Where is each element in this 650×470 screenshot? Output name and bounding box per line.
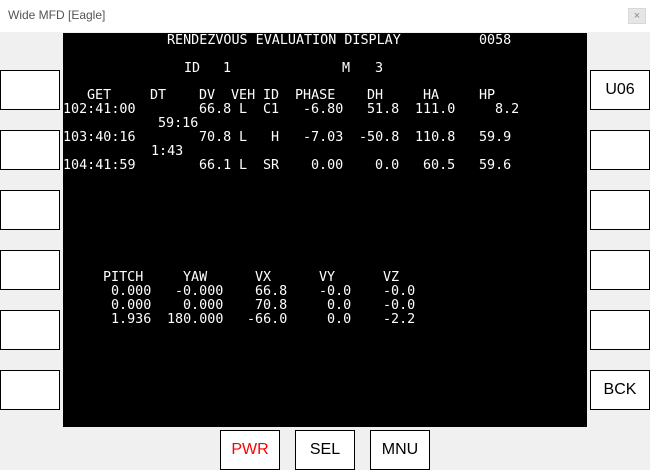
att3-vy: 0.0 (327, 312, 352, 327)
row1-dv: 66.8 (199, 102, 232, 117)
att3-vx: -66.0 (247, 312, 288, 327)
att-header-vz: VZ (383, 270, 400, 285)
row3-get: 104:41:59 (63, 158, 136, 173)
row3-veh: L (239, 158, 248, 173)
col-header-phase: PHASE (295, 88, 336, 103)
page-number: 0058 (479, 33, 512, 48)
col-header-dh: DH (367, 88, 384, 103)
sel-button[interactable]: SEL (295, 430, 355, 470)
left-softkey-4[interactable] (0, 250, 60, 290)
row1-dh: 51.8 (367, 102, 400, 117)
right-softkey-4[interactable] (590, 250, 650, 290)
row2-get: 103:40:16 (63, 130, 136, 145)
row3-dh: 0.0 (375, 158, 400, 173)
window-title: Wide MFD [Eagle] (8, 8, 106, 22)
right-softkey-3[interactable] (590, 190, 650, 230)
right-softkey-u06[interactable]: U06 (590, 70, 650, 110)
row1-phase: -6.80 (303, 102, 344, 117)
col-header-hp: HP (479, 88, 496, 103)
mfd-screen: RENDEZVOUS EVALUATION DISPLAY 0058 ID 1 … (63, 33, 587, 427)
row3-id: SR (263, 158, 280, 173)
att-header-vx: VX (255, 270, 272, 285)
att1-vz: -0.0 (383, 284, 416, 299)
row2-phase: -7.03 (303, 130, 344, 145)
row3-phase: 0.00 (311, 158, 344, 173)
left-softkey-3[interactable] (0, 190, 60, 230)
window-titlebar: Wide MFD [Eagle] × (0, 0, 650, 32)
att2-vy: 0.0 (327, 298, 352, 313)
att-header-yaw: YAW (183, 270, 208, 285)
row1-id: C1 (263, 102, 280, 117)
att1-vx: 66.8 (255, 284, 288, 299)
row1-hp: 8.2 (495, 102, 520, 117)
col-header-veh: VEH (231, 88, 256, 103)
att3-pitch: 1.936 (111, 312, 152, 327)
left-softkey-5[interactable] (0, 310, 60, 350)
row3-dv: 66.1 (199, 158, 232, 173)
att3-vz: -2.2 (383, 312, 416, 327)
att-header-vy: VY (319, 270, 336, 285)
row1-veh: L (239, 102, 248, 117)
att3-yaw: 180.000 (167, 312, 224, 327)
left-softkey-2[interactable] (0, 130, 60, 170)
dt-2: 1:43 (151, 144, 184, 159)
left-softkey-6[interactable] (0, 370, 60, 410)
row1-get: 102:41:00 (63, 102, 136, 117)
right-softkey-bck[interactable]: BCK (590, 370, 650, 410)
att1-vy: -0.0 (319, 284, 352, 299)
att1-yaw: -0.000 (175, 284, 224, 299)
col-header-ha: HA (423, 88, 440, 103)
display-title: RENDEZVOUS EVALUATION DISPLAY (167, 33, 401, 48)
dt-1: 59:16 (158, 116, 199, 131)
col-header-get: GET (87, 88, 112, 103)
id-label: ID (184, 61, 201, 76)
pwr-button[interactable]: PWR (220, 430, 280, 470)
att-header-pitch: PITCH (103, 270, 144, 285)
close-icon: × (633, 10, 641, 22)
row3-hp: 59.6 (479, 158, 512, 173)
m-label: M (342, 61, 351, 76)
att2-yaw: 0.000 (183, 298, 224, 313)
row1-ha: 111.0 (415, 102, 456, 117)
row2-hp: 59.9 (479, 130, 512, 145)
row2-id: H (271, 130, 280, 145)
att2-vx: 70.8 (255, 298, 288, 313)
att2-vz: -0.0 (383, 298, 416, 313)
left-softkey-1[interactable] (0, 70, 60, 110)
col-header-dt: DT (150, 88, 167, 103)
row2-dh: -50.8 (359, 130, 400, 145)
row2-ha: 110.8 (415, 130, 456, 145)
close-button[interactable]: × (628, 8, 646, 24)
row2-veh: L (239, 130, 248, 145)
mnu-button[interactable]: MNU (370, 430, 430, 470)
m-value: 3 (375, 61, 384, 76)
right-softkey-2[interactable] (590, 130, 650, 170)
right-softkey-5[interactable] (590, 310, 650, 350)
att1-pitch: 0.000 (111, 284, 152, 299)
row3-ha: 60.5 (423, 158, 456, 173)
col-header-id: ID (263, 88, 280, 103)
att2-pitch: 0.000 (111, 298, 152, 313)
row2-dv: 70.8 (199, 130, 232, 145)
id-value: 1 (223, 61, 232, 76)
col-header-dv: DV (199, 88, 216, 103)
